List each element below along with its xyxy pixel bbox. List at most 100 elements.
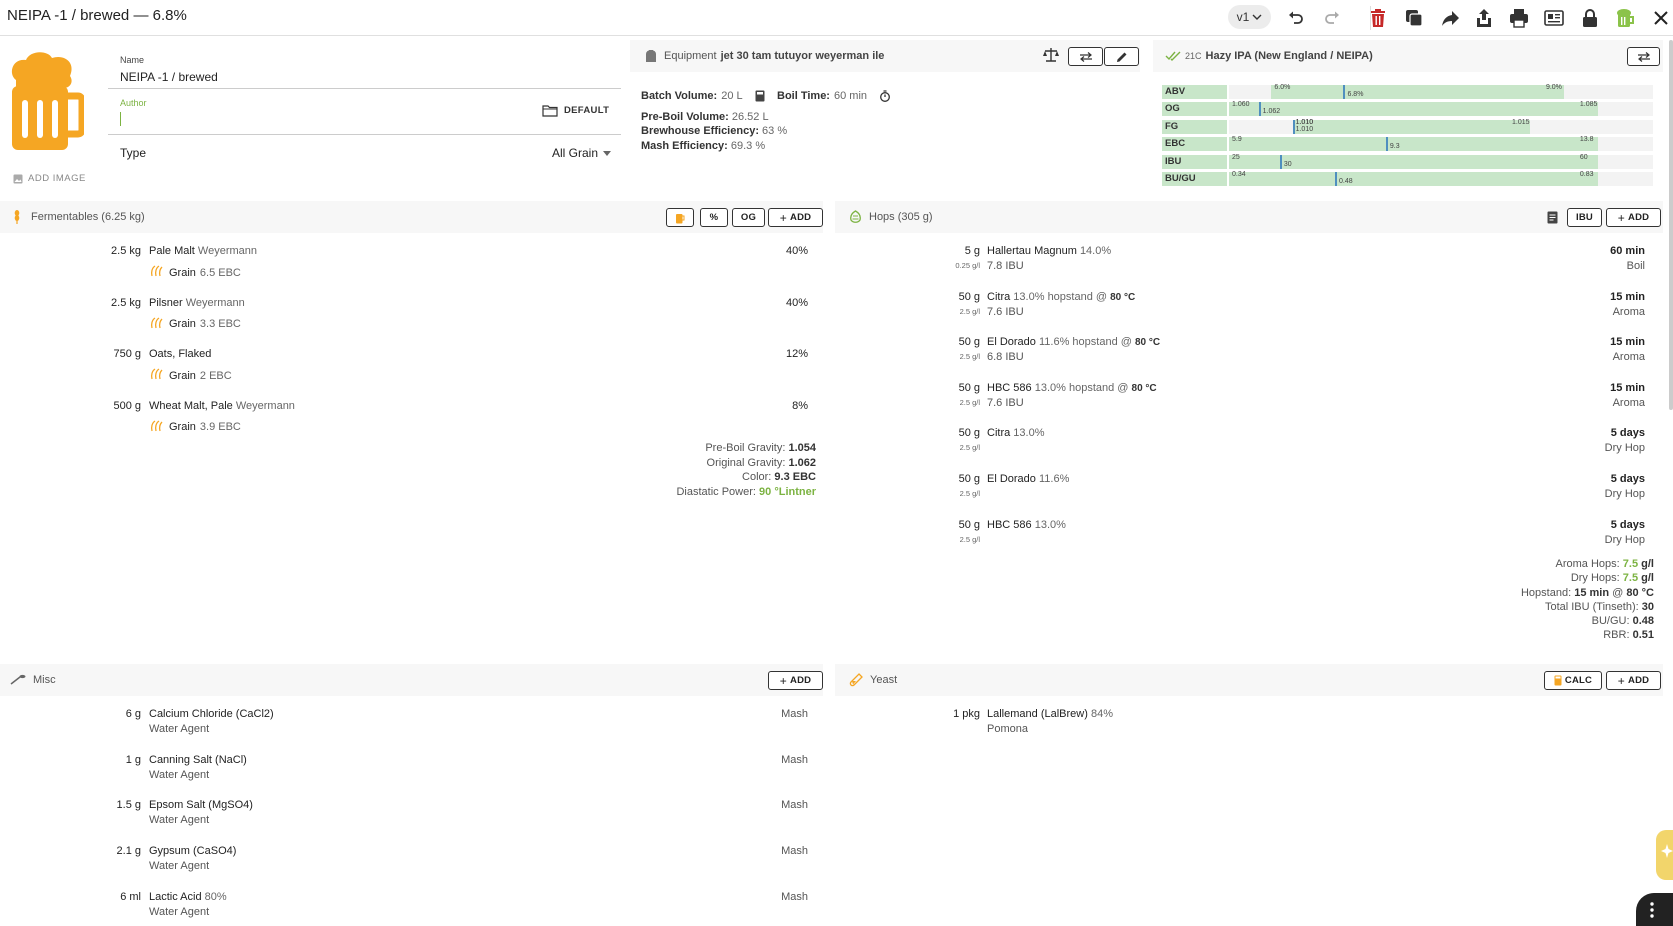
hop-time: 15 min	[1610, 290, 1645, 303]
fermentable-row[interactable]: 750 g Oats, Flaked Grain 2 EBC 12%	[0, 348, 823, 388]
folder-icon	[542, 105, 558, 117]
undo-icon[interactable]	[1284, 6, 1308, 30]
hop-row[interactable]: 50 g 2.5 g/l Citra 13.0% 5 days Dry Hop	[835, 427, 1663, 465]
delete-icon[interactable]	[1366, 6, 1390, 30]
name-input[interactable]: NEIPA -1 / brewed	[120, 70, 218, 84]
misc-row[interactable]: 6 ml Lactic Acid 80% Water Agent Mash	[0, 891, 823, 926]
hop-row[interactable]: 50 g 2.5 g/l El Dorado 11.6% hopstand @ 80…	[835, 336, 1663, 374]
hop-row[interactable]: 50 g 2.5 g/l HBC 586 13.0% hopstand @ 80 °…	[835, 382, 1663, 420]
image-icon	[13, 174, 23, 183]
hop-time: 5 days	[1610, 473, 1645, 485]
hop-ibu-button[interactable]: IBU	[1567, 208, 1602, 227]
scrollbar-thumb[interactable]	[1669, 40, 1673, 410]
hop-rate: 2.5 g/l	[959, 306, 980, 316]
swap-equipment-button[interactable]	[1068, 47, 1103, 66]
hop-time: 60 min	[1610, 245, 1645, 257]
style-bar-min: 6.0%	[1274, 84, 1291, 91]
fermentable-name: Pale Malt Weyermann	[149, 245, 257, 257]
share-icon[interactable]	[1438, 6, 1462, 30]
style-bar-range	[1292, 119, 1531, 134]
more-options-fab[interactable]	[1636, 893, 1673, 926]
default-label: DEFAULT	[564, 105, 610, 116]
misc-row[interactable]: 1.5 g Epsom Salt (MgSO4) Water Agent Mash	[0, 799, 823, 835]
mash-efficiency-label: Mash Efficiency:	[641, 140, 728, 152]
hop-extra-temp: 80 °C	[1134, 337, 1161, 349]
preboil-gravity: Pre-Boil Gravity: 1.054	[705, 442, 816, 454]
mash-efficiency-value: 69.3 %	[730, 140, 766, 152]
misc-use: Mash	[781, 890, 808, 903]
fermentable-color-button[interactable]	[666, 208, 694, 227]
fermentable-supplier: Weyermann	[185, 296, 245, 309]
copy-icon[interactable]	[1402, 6, 1426, 30]
redo-icon[interactable]	[1320, 6, 1344, 30]
preboil-volume-value: 26.52 L	[731, 111, 769, 123]
equipment-header: Equipment jet 30 tam tutuyor weyerman il…	[630, 40, 1140, 72]
magic-assistant-tab[interactable]	[1656, 830, 1673, 880]
swap-icon	[1079, 51, 1092, 62]
style-bar-min: 1.060	[1232, 101, 1250, 109]
fermentable-percent-button[interactable]: %	[700, 208, 728, 227]
hop-row[interactable]: 50 g 2.5 g/l Citra 13.0% hopstand @ 80 °C 7…	[835, 291, 1663, 329]
add-fermentable-button[interactable]: + ADD	[768, 208, 823, 227]
beer-mug-image[interactable]	[8, 50, 86, 157]
hop-list-icon[interactable]	[1547, 211, 1558, 227]
close-icon[interactable]	[1649, 6, 1673, 30]
version-selector[interactable]: v1	[1228, 5, 1271, 29]
misc-row[interactable]: 2.1 g Gypsum (CaSO4) Water Agent Mash	[0, 845, 823, 881]
hop-row[interactable]: 50 g 2.5 g/l HBC 586 13.0% 5 days Dry Hop	[835, 519, 1663, 557]
yeast-row[interactable]: 1 pkg Lallemand (LalBrew) 84% Pomona	[835, 708, 1663, 744]
style-bar-marker	[1258, 102, 1261, 117]
fermentable-title: Wheat Malt, Pale	[149, 399, 233, 412]
fermentable-row[interactable]: 2.5 kg Pilsner Weyermann Grain 3.3 EBC 40%	[0, 297, 823, 337]
style-name[interactable]: Hazy IPA (New England / NEIPA)	[1206, 50, 1373, 62]
chevron-down-icon	[1252, 14, 1262, 20]
fermentable-name: Oats, Flaked	[149, 348, 211, 360]
lock-icon[interactable]	[1578, 6, 1602, 30]
total-ibu: Total IBU (Tinseth): 30	[1544, 600, 1654, 613]
swap-style-button[interactable]	[1627, 47, 1660, 66]
fermentable-amount: 500 g	[113, 399, 141, 412]
timer-icon[interactable]	[879, 90, 891, 102]
hop-amount: 5 g	[964, 245, 980, 257]
equipment-prefix: Equipment	[664, 50, 717, 62]
fermentable-color: 3.3 EBC	[199, 318, 241, 330]
export-icon[interactable]	[1472, 6, 1496, 30]
hop-alpha: 13.0%	[1013, 290, 1045, 303]
misc-type: Water Agent	[149, 905, 210, 918]
style-bar-marker	[1292, 119, 1295, 134]
hop-row[interactable]: 5 g 0.25 g/l Hallertau Magnum 14.0% 7.8 IBU…	[835, 245, 1663, 283]
hop-use: Aroma	[1612, 305, 1645, 318]
caret-down-icon	[603, 150, 612, 156]
add-image-button[interactable]: ADD IMAGE	[13, 173, 86, 184]
style-bar-track: 5.9 13.8 9.3	[1229, 136, 1653, 152]
wheat-icon	[149, 316, 165, 332]
author-input-caret[interactable]	[120, 112, 121, 126]
equipment-name[interactable]: jet 30 tam tutuyor weyerman ile	[721, 50, 885, 62]
edit-equipment-button[interactable]	[1104, 47, 1139, 66]
yeast-calc-button[interactable]: CALC	[1544, 671, 1602, 690]
brewed-mug-icon[interactable]	[1613, 6, 1637, 30]
fermentable-row[interactable]: 2.5 kg Pale Malt Weyermann Grain 6.5 EBC 40%	[0, 245, 823, 285]
style-header: 21C Hazy IPA (New England / NEIPA)	[1153, 40, 1663, 72]
add-hop-button[interactable]: + ADD	[1606, 208, 1661, 227]
style-bar-label: BU/GU	[1162, 172, 1227, 186]
misc-row[interactable]: 6 g Calcium Chloride (CaCl2) Water Agent Ma…	[0, 708, 823, 744]
misc-row[interactable]: 1 g Canning Salt (NaCl) Water Agent Mash	[0, 754, 823, 790]
scale-icon[interactable]	[1043, 47, 1059, 66]
name-underline	[108, 88, 621, 89]
fermentable-og-button[interactable]: OG	[732, 208, 765, 227]
fermentable-row[interactable]: 500 g Wheat Malt, Pale Weyermann Grain 3.9 …	[0, 400, 823, 440]
add-yeast-button[interactable]: + ADD	[1606, 671, 1661, 690]
hop-amount: 50 g	[958, 473, 980, 485]
add-misc-button[interactable]: + ADD	[768, 671, 823, 690]
type-select[interactable]: All Grain	[552, 146, 612, 160]
default-author-button[interactable]: DEFAULT	[542, 104, 609, 117]
misc-type: Water Agent	[149, 860, 210, 873]
misc-amount: 2.1 g	[116, 845, 141, 858]
newspaper-icon[interactable]	[1542, 6, 1566, 30]
style-bar-bugu: BU/GU 0.34 0.83 0.48	[1162, 171, 1653, 186]
recipe-title: NEIPA -1 / brewed — 6.8%	[7, 7, 187, 24]
print-icon[interactable]	[1507, 6, 1531, 30]
hop-row[interactable]: 50 g 2.5 g/l El Dorado 11.6% 5 days Dry Hop	[835, 473, 1663, 511]
calculator-icon[interactable]	[755, 90, 765, 102]
